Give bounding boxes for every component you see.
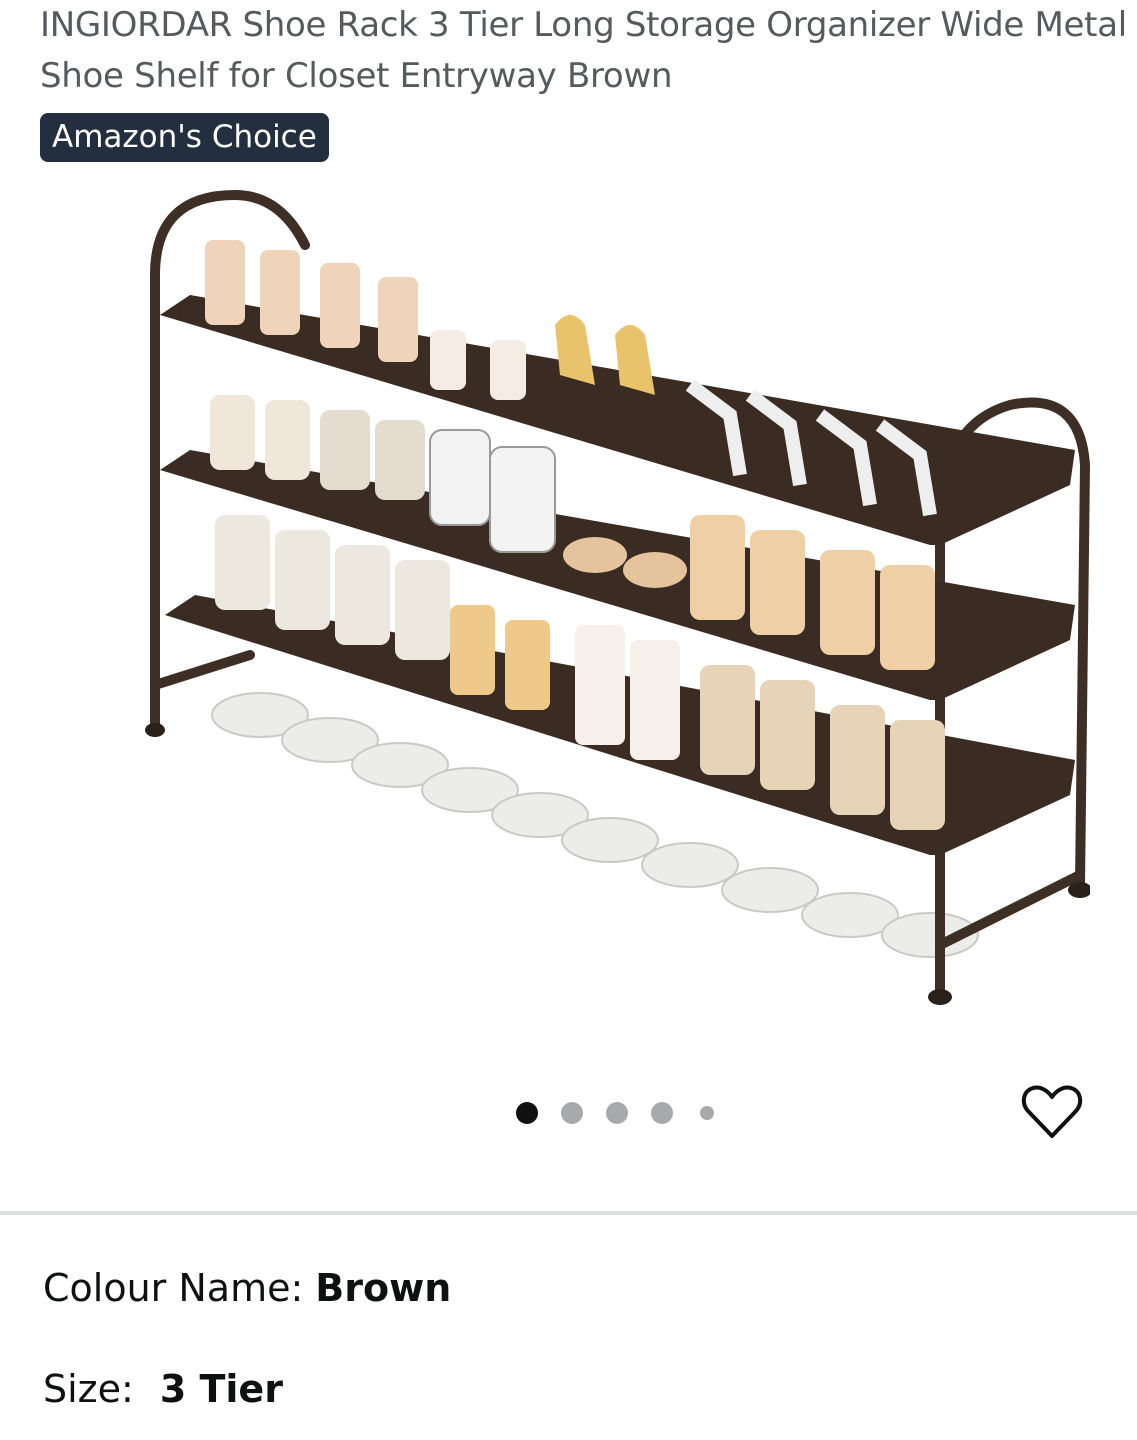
- carousel-dot-1[interactable]: [516, 1102, 538, 1124]
- size-label: Size:: [43, 1367, 134, 1411]
- product-image[interactable]: [130, 185, 1090, 1015]
- colour-name-label: Colour Name:: [43, 1266, 304, 1310]
- section-divider: [0, 1211, 1137, 1215]
- colour-name-row[interactable]: Colour Name: Brown: [43, 1266, 451, 1310]
- heart-outline-icon[interactable]: [1020, 1080, 1084, 1144]
- carousel-dot-2[interactable]: [561, 1102, 583, 1124]
- shoe-rack-illustration: [145, 189, 1090, 1005]
- image-carousel-indicator[interactable]: [516, 1101, 714, 1125]
- carousel-dot-3[interactable]: [606, 1102, 628, 1124]
- carousel-dot-5[interactable]: [700, 1106, 714, 1120]
- size-value: 3 Tier: [159, 1367, 283, 1411]
- carousel-dot-4[interactable]: [651, 1102, 673, 1124]
- size-row[interactable]: Size: 3 Tier: [43, 1367, 283, 1411]
- colour-name-value: Brown: [315, 1266, 452, 1310]
- amazons-choice-badge[interactable]: Amazon's Choice: [40, 113, 329, 162]
- product-title: INGIORDAR Shoe Rack 3 Tier Long Storage …: [40, 5, 1127, 96]
